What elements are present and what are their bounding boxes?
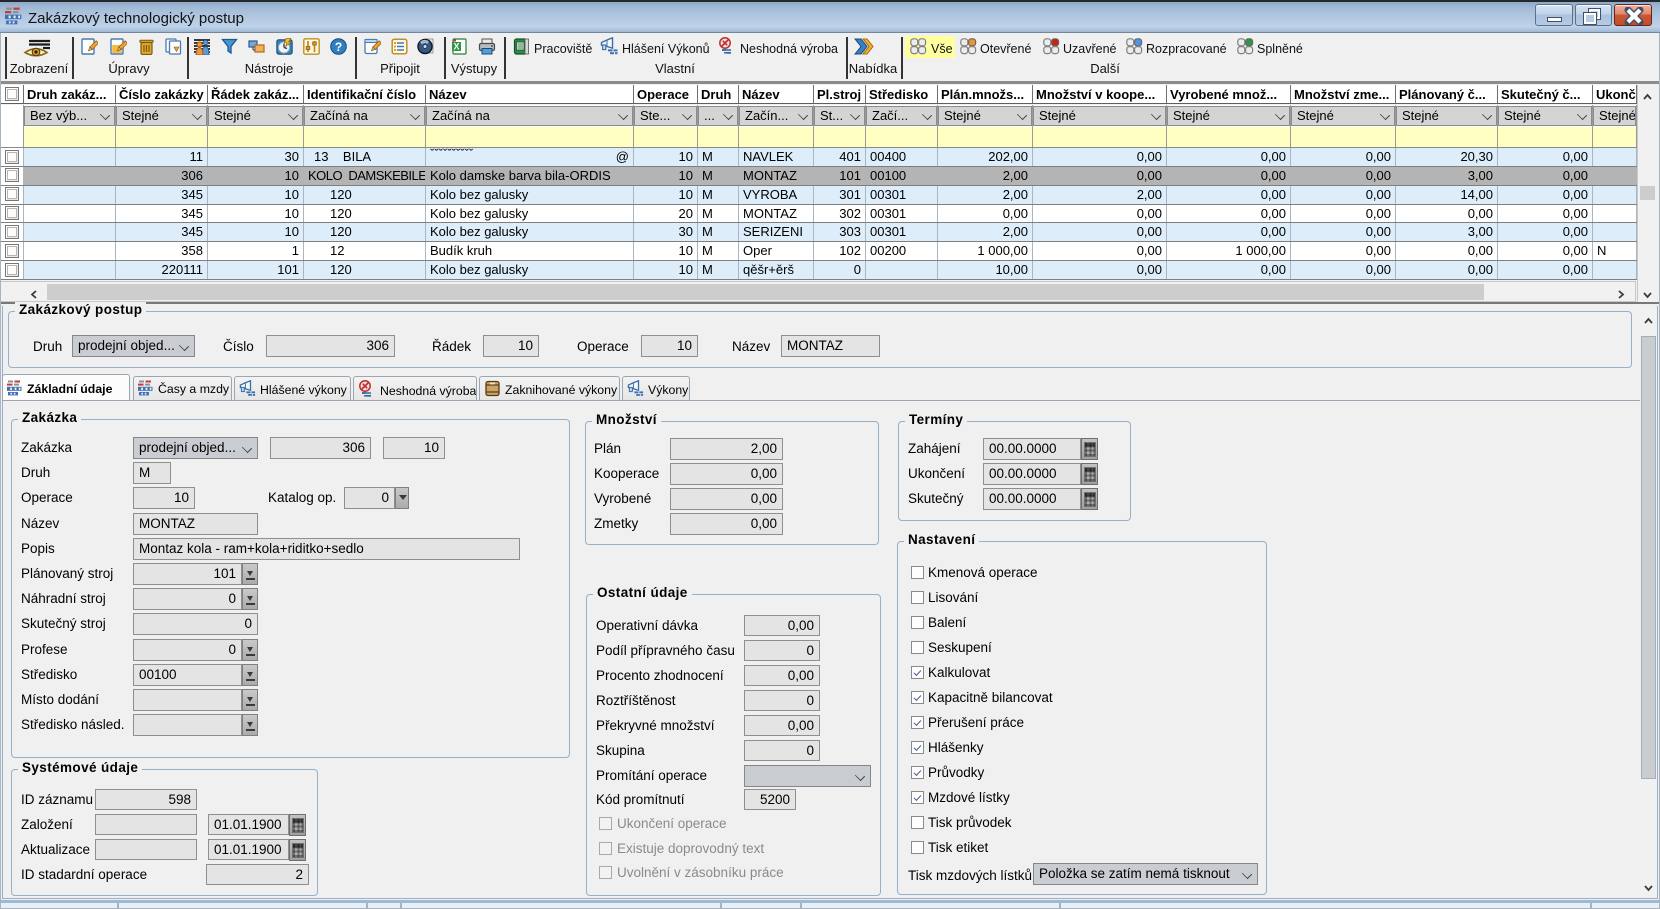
svg-text:X: X <box>453 42 459 52</box>
svg-text:?: ? <box>335 40 342 54</box>
